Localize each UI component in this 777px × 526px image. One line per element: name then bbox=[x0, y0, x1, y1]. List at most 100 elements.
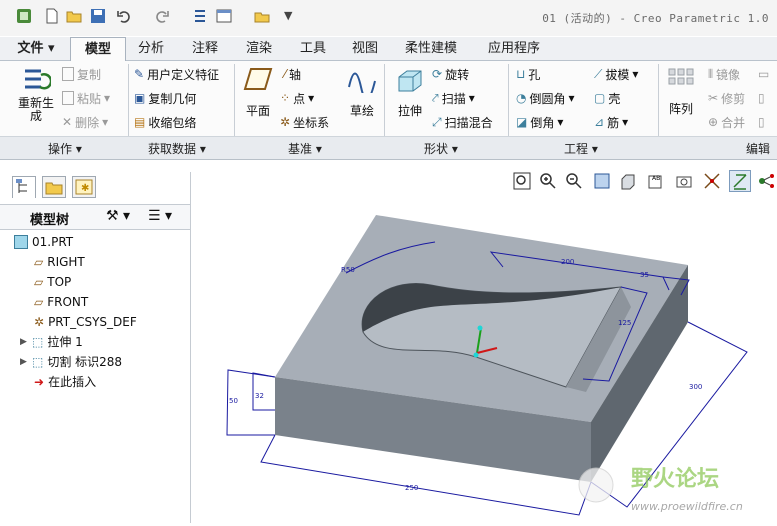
dim-200[interactable]: 200 bbox=[561, 258, 574, 266]
regenerate-icon[interactable] bbox=[192, 8, 208, 24]
tree-item[interactable]: ▱ FRONT bbox=[34, 292, 88, 312]
more-edit-3[interactable]: ▯ bbox=[758, 112, 765, 132]
csys-button[interactable]: ✲ 坐标系 bbox=[280, 112, 329, 132]
folder-browser-tab-icon[interactable] bbox=[42, 176, 66, 198]
model-tree-tab-icon[interactable] bbox=[12, 176, 36, 198]
merge-button[interactable]: ⊕ 合并 bbox=[708, 112, 745, 132]
sweep-button[interactable]: ⤤ 扫描 ▾ bbox=[432, 88, 475, 108]
tab-model[interactable]: 模型 bbox=[70, 37, 126, 61]
spin-center-icon[interactable] bbox=[755, 170, 777, 192]
dim-250[interactable]: 250 bbox=[405, 484, 418, 492]
group-get-data[interactable]: 获取数据 ▾ bbox=[148, 140, 206, 157]
tree-item[interactable]: ▶ ⬚ 切割 标识288 bbox=[20, 352, 122, 372]
more-edit-1[interactable]: ▭ bbox=[758, 64, 769, 84]
refit-icon[interactable] bbox=[511, 170, 533, 192]
save-icon[interactable] bbox=[90, 8, 106, 24]
revolve-button[interactable]: ⟳ 旋转 bbox=[432, 64, 469, 84]
part-icon bbox=[14, 235, 28, 249]
tree-item[interactable]: ➜ 在此插入 bbox=[34, 372, 96, 392]
tab-tools[interactable]: 工具 bbox=[290, 39, 336, 59]
tab-analysis[interactable]: 分析 bbox=[128, 39, 174, 59]
swept-blend-button[interactable]: ⤢ 扫描混合 bbox=[432, 112, 493, 132]
zoom-in-icon[interactable] bbox=[537, 170, 559, 192]
saved-orientations-icon[interactable]: AB bbox=[645, 170, 667, 192]
trim-button[interactable]: ✂ 修剪 bbox=[708, 88, 745, 108]
expand-arrow-icon[interactable]: ▶ bbox=[20, 352, 28, 372]
group-shapes[interactable]: 形状 ▾ bbox=[424, 140, 458, 157]
open-folder-icon[interactable] bbox=[66, 8, 82, 24]
group-editing[interactable]: 编辑 bbox=[746, 140, 770, 157]
navigator-panel: ✱ 模型树 ⚒ ▾ ☰ ▾ 01.PRT ▱ RIGHT ▱ TOP ▱ FRO… bbox=[0, 172, 191, 523]
extrude-button[interactable]: 拉伸 bbox=[392, 67, 428, 119]
point-button[interactable]: ⁘ 点 ▾ bbox=[280, 88, 314, 108]
pattern-button[interactable]: 阵列 bbox=[664, 67, 698, 117]
dim-32[interactable]: 32 bbox=[255, 392, 264, 400]
dim-35[interactable]: 35 bbox=[640, 271, 649, 279]
dim-125[interactable]: 125 bbox=[618, 319, 631, 327]
group-datum[interactable]: 基准 ▾ bbox=[288, 140, 322, 157]
datum-plane-icon bbox=[243, 68, 273, 90]
udf-button[interactable]: ✎ 用户定义特征 bbox=[134, 64, 219, 84]
plane-button[interactable]: 平面 bbox=[240, 67, 276, 119]
annotation-display-icon[interactable] bbox=[729, 170, 751, 192]
model-view[interactable]: R50 200 35 125 300 50 32 250 野火论坛 www.pr… bbox=[191, 197, 777, 523]
repaint-icon[interactable] bbox=[591, 170, 613, 192]
chamfer-button[interactable]: ◪ 倒角 ▾ bbox=[516, 112, 563, 132]
round-icon: ◔ bbox=[516, 91, 527, 105]
tab-flexible-modeling[interactable]: 柔性建模 bbox=[396, 39, 466, 59]
tab-view[interactable]: 视图 bbox=[342, 39, 388, 59]
zoom-out-icon[interactable] bbox=[563, 170, 585, 192]
graphics-window[interactable]: R50 200 35 125 300 50 32 250 野火论坛 www.pr… bbox=[191, 197, 777, 523]
tree-item[interactable]: ▱ TOP bbox=[34, 272, 71, 292]
delete-icon: ✕ bbox=[62, 115, 73, 129]
copy-button[interactable]: 复制 bbox=[62, 64, 101, 84]
group-engineering[interactable]: 工程 ▾ bbox=[564, 140, 598, 157]
redo-icon[interactable] bbox=[154, 8, 170, 24]
mirror-icon: ⫴ bbox=[708, 66, 714, 81]
tab-annotate[interactable]: 注释 bbox=[182, 39, 228, 59]
view-manager-icon[interactable] bbox=[673, 170, 695, 192]
shell-button[interactable]: ▢ 壳 bbox=[594, 88, 620, 108]
draft-button[interactable]: ⟋ 拔模 ▾ bbox=[594, 64, 638, 84]
tree-item[interactable]: 01.PRT bbox=[14, 232, 73, 252]
shrinkwrap-button[interactable]: ▤ 收缩包络 bbox=[134, 112, 196, 132]
tree-item[interactable]: ✲ PRT_CSYS_DEF bbox=[34, 312, 137, 332]
settings-icon[interactable]: ⚒ ▾ bbox=[106, 208, 130, 224]
paste-button[interactable]: 粘贴 ▾ bbox=[62, 88, 110, 108]
rib-icon: ⊿ bbox=[594, 115, 605, 129]
favorites-tab-icon[interactable]: ✱ bbox=[72, 176, 96, 198]
tree-item[interactable]: ▶ ⬚ 拉伸 1 bbox=[20, 332, 83, 352]
round-button[interactable]: ◔ 倒圆角 ▾ bbox=[516, 88, 575, 108]
hole-button[interactable]: ⊔ 孔 bbox=[516, 64, 540, 84]
close-window-icon[interactable] bbox=[254, 8, 270, 24]
tree-item[interactable]: ▱ RIGHT bbox=[34, 252, 85, 272]
mirror-button[interactable]: ⫴ 镜像 bbox=[708, 64, 740, 84]
dim-radius[interactable]: R50 bbox=[341, 266, 355, 274]
expand-arrow-icon[interactable]: ▶ bbox=[20, 332, 28, 352]
windows-icon[interactable] bbox=[216, 8, 232, 24]
copy-geometry-icon: ▣ bbox=[134, 91, 146, 105]
rib-button[interactable]: ⊿ 筋 ▾ bbox=[594, 112, 628, 132]
draft-icon: ⟋ bbox=[594, 66, 603, 81]
customize-qat-icon[interactable]: ▼ bbox=[284, 9, 292, 22]
regenerate-button[interactable]: 重新生成 bbox=[14, 65, 58, 123]
sketch-button[interactable]: 草绘 bbox=[344, 67, 380, 119]
axis-button[interactable]: ⁄ 轴 bbox=[284, 64, 301, 84]
dim-50[interactable]: 50 bbox=[229, 397, 238, 405]
show-icon[interactable]: ☰ ▾ bbox=[148, 208, 172, 224]
copy-geometry-button[interactable]: ▣ 复制几何 bbox=[134, 88, 196, 108]
tab-render[interactable]: 渲染 bbox=[236, 39, 282, 59]
delete-button[interactable]: ✕ 删除 ▾ bbox=[62, 112, 108, 132]
tab-applications[interactable]: 应用程序 bbox=[478, 39, 550, 59]
datum-plane-icon: ▱ bbox=[34, 255, 44, 269]
dim-300[interactable]: 300 bbox=[689, 383, 702, 391]
group-operations[interactable]: 操作 ▾ bbox=[48, 140, 82, 157]
extrude-icon bbox=[398, 70, 422, 92]
tab-file[interactable]: 文件 ▾ bbox=[10, 39, 62, 59]
new-file-icon[interactable] bbox=[44, 8, 60, 24]
undo-icon[interactable] bbox=[116, 8, 132, 24]
quick-access-toolbar: ▼ 01 (活动的) - Creo Parametric 1.0 bbox=[0, 0, 777, 36]
display-style-icon[interactable] bbox=[617, 170, 639, 192]
more-edit-2[interactable]: ▯ bbox=[758, 88, 765, 108]
datum-display-icon[interactable] bbox=[701, 170, 723, 192]
